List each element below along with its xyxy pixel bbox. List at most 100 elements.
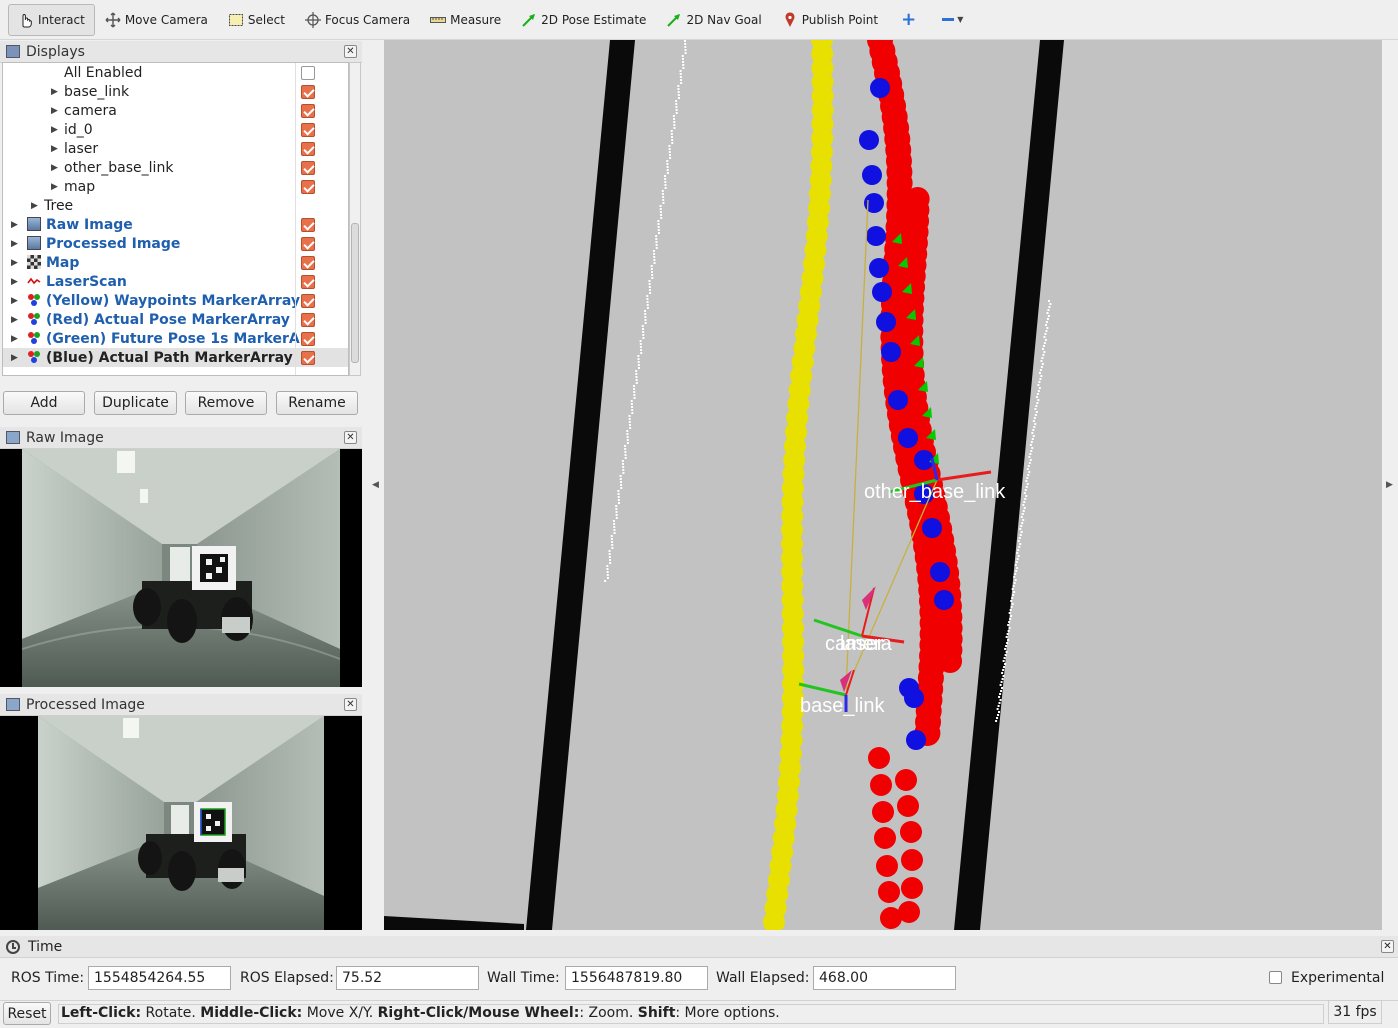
select-tool[interactable]: Select <box>218 4 295 36</box>
displays-scrollbar[interactable] <box>349 62 361 376</box>
frame-checkbox[interactable] <box>301 103 315 118</box>
measure-tool[interactable]: Measure <box>420 4 511 36</box>
expand-arrow-icon[interactable]: ▶ <box>11 296 19 305</box>
duplicate-button[interactable]: Duplicate <box>94 391 177 415</box>
laser-point <box>1019 543 1022 545</box>
all-enabled-checkbox[interactable] <box>301 65 315 80</box>
right-splitter[interactable]: ▶ <box>1382 40 1398 930</box>
experimental-checkbox[interactable] <box>1269 971 1282 984</box>
rename-button[interactable]: Rename <box>276 391 358 415</box>
display-checkbox[interactable] <box>301 217 315 232</box>
expand-arrow-icon[interactable]: ▶ <box>51 163 59 172</box>
nav-goal-tool[interactable]: 2D Nav Goal <box>656 4 771 36</box>
frame-checkbox[interactable] <box>301 141 315 156</box>
expand-arrow-icon[interactable]: ▶ <box>51 144 59 153</box>
laser-point <box>1003 666 1006 668</box>
close-icon[interactable]: ✕ <box>1381 940 1394 953</box>
laser-point <box>1035 396 1038 398</box>
tree-row-other-base-link[interactable]: ▶ other_base_link <box>3 158 348 177</box>
laser-point <box>1044 339 1047 341</box>
add-tool-button[interactable]: + <box>888 4 929 36</box>
display-checkbox[interactable] <box>301 293 315 308</box>
display-row-laserscan[interactable]: ▶ LaserScan <box>3 272 348 291</box>
display-checkbox[interactable] <box>301 255 315 270</box>
laser-point <box>1002 675 1005 677</box>
expand-arrow-icon[interactable]: ▶ <box>11 258 19 267</box>
left-splitter[interactable]: ◀ <box>364 40 384 930</box>
tree-row-id-0[interactable]: ▶ id_0 <box>3 120 348 139</box>
frame-checkbox[interactable] <box>301 122 315 137</box>
wall-time-field[interactable]: 1556487819.80 <box>565 966 708 990</box>
expand-arrow-icon[interactable]: ▶ <box>31 201 39 210</box>
tree-row-laser[interactable]: ▶ laser <box>3 139 348 158</box>
expand-arrow-icon[interactable]: ▶ <box>11 334 19 343</box>
expand-arrow-icon[interactable]: ▶ <box>11 277 19 286</box>
remove-tool-button[interactable]: ▼ <box>929 4 976 36</box>
move-camera-tool[interactable]: Move Camera <box>95 4 218 36</box>
display-row-map[interactable]: ▶ Map <box>3 253 348 272</box>
laser-point <box>619 475 622 477</box>
laser-point <box>621 460 624 462</box>
display-row-actual-pose[interactable]: ▶ (Red) Actual Pose MarkerArray <box>3 310 348 329</box>
laser-point <box>613 529 616 531</box>
close-icon[interactable]: ✕ <box>344 431 357 444</box>
expand-arrow-icon[interactable]: ▶ <box>11 353 19 362</box>
display-row-waypoints[interactable]: ▶ (Yellow) Waypoints MarkerArray <box>3 291 348 310</box>
close-icon[interactable]: ✕ <box>344 45 357 58</box>
add-button[interactable]: Add <box>3 391 85 415</box>
display-row-future-pose[interactable]: ▶ (Green) Future Pose 1s MarkerA... <box>3 329 348 348</box>
tree-row-camera[interactable]: ▶ camera <box>3 101 348 120</box>
display-checkbox[interactable] <box>301 274 315 289</box>
expand-arrow-icon[interactable]: ▶ <box>51 87 59 96</box>
expand-arrow-icon[interactable]: ▶ <box>11 220 19 229</box>
laser-point <box>666 163 669 165</box>
publish-point-tool[interactable]: Publish Point <box>772 4 888 36</box>
image-icon <box>6 431 20 444</box>
display-checkbox[interactable] <box>301 312 315 327</box>
laser-point <box>659 211 662 213</box>
display-checkbox[interactable] <box>301 350 315 365</box>
wall-elapsed-field[interactable]: 468.00 <box>813 966 956 990</box>
ruler-icon <box>430 12 447 28</box>
expand-arrow-icon[interactable]: ▶ <box>11 315 19 324</box>
expand-arrow-icon[interactable]: ▶ <box>11 239 19 248</box>
interact-tool[interactable]: Interact <box>8 3 95 36</box>
laser-point <box>664 187 667 189</box>
display-checkbox[interactable] <box>301 331 315 346</box>
expand-arrow-icon[interactable]: ▶ <box>51 182 59 191</box>
expand-arrow-icon[interactable]: ▶ <box>51 106 59 115</box>
display-checkbox[interactable] <box>301 236 315 251</box>
laser-point <box>646 304 649 306</box>
laser-point <box>640 349 643 351</box>
display-row-raw-image[interactable]: ▶ Raw Image <box>3 215 348 234</box>
laser-point <box>1019 534 1022 536</box>
laser-point <box>1000 690 1003 692</box>
frame-checkbox[interactable] <box>301 160 315 175</box>
tree-row-tree[interactable]: ▶ Tree <box>3 196 348 215</box>
laser-point <box>1046 318 1049 320</box>
tree-row-base-link[interactable]: ▶ base_link <box>3 82 348 101</box>
interact-label: Interact <box>38 12 85 27</box>
scrollbar-thumb[interactable] <box>351 223 359 363</box>
ros-elapsed-field[interactable]: 75.52 <box>336 966 479 990</box>
reset-button[interactable]: Reset <box>3 1002 51 1025</box>
scene-svg[interactable]: other_base_link camera laser base_link <box>384 40 1382 930</box>
close-icon[interactable]: ✕ <box>344 698 357 711</box>
ros-time-field[interactable]: 1554854264.55 <box>88 966 231 990</box>
display-row-actual-path[interactable]: ▶ (Blue) Actual Path MarkerArray <box>3 348 348 367</box>
frame-checkbox[interactable] <box>301 84 315 99</box>
laser-point <box>664 181 667 183</box>
tree-row-map[interactable]: ▶ map <box>3 177 348 196</box>
focus-camera-tool[interactable]: Focus Camera <box>295 4 420 36</box>
select-box-icon <box>228 12 244 28</box>
display-label: (Red) Actual Pose MarkerArray <box>46 311 290 328</box>
laser-point <box>675 103 678 105</box>
tree-row-all-enabled[interactable]: All Enabled <box>3 63 348 82</box>
laser-point <box>673 127 676 129</box>
display-row-processed-image[interactable]: ▶ Processed Image <box>3 234 348 253</box>
pose-estimate-tool[interactable]: 2D Pose Estimate <box>511 4 656 36</box>
expand-arrow-icon[interactable]: ▶ <box>51 125 59 134</box>
render-viewport[interactable]: other_base_link camera laser base_link <box>384 40 1382 930</box>
remove-button[interactable]: Remove <box>185 391 267 415</box>
frame-checkbox[interactable] <box>301 179 315 194</box>
